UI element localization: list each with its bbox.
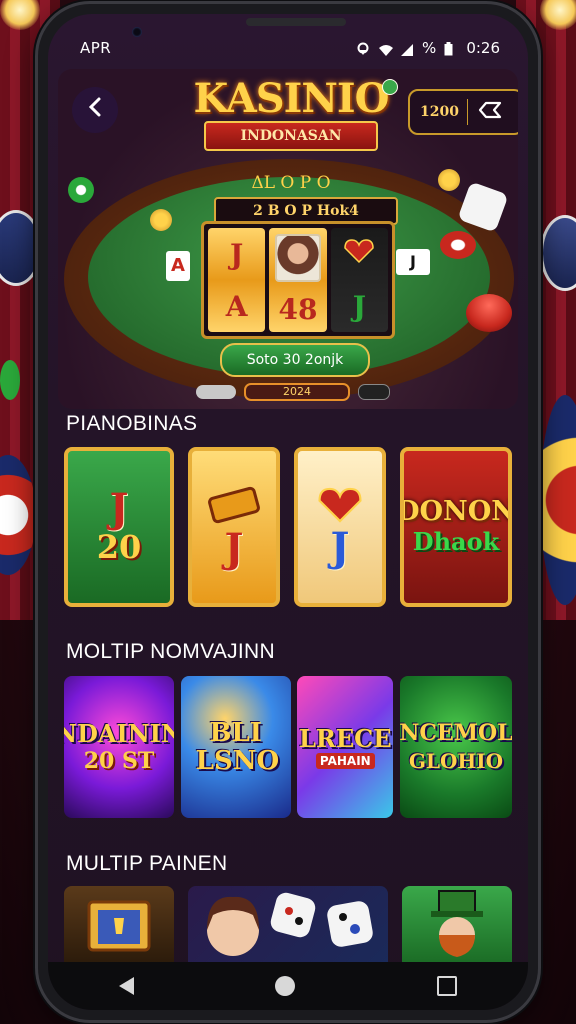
playing-card-icon: J xyxy=(396,249,430,275)
game-title: LRECE xyxy=(299,724,392,753)
slot-reel: J A xyxy=(208,228,266,332)
pager-dot-active[interactable]: 2024 xyxy=(244,383,350,401)
status-icons: % 0:26 xyxy=(356,39,500,57)
verified-badge-icon xyxy=(382,79,398,95)
red-chip xyxy=(466,294,512,332)
logo-title: KASINIO xyxy=(193,75,390,122)
brand-logo: KASINIO INDONASAN xyxy=(186,75,398,155)
pager-dot[interactable] xyxy=(358,384,390,400)
signal-icon xyxy=(400,42,414,56)
balance-value: 1200 xyxy=(420,104,459,120)
slot-reel: J xyxy=(330,228,388,332)
leprechaun-icon xyxy=(417,889,497,963)
location-icon xyxy=(356,42,370,55)
slot-reels: J A 48 J xyxy=(201,221,395,339)
nav-home-icon[interactable] xyxy=(275,976,296,996)
heart-symbol-icon xyxy=(342,238,376,271)
spin-button[interactable]: Soto 30 2onjk xyxy=(220,343,370,377)
slot-game-card[interactable]: J xyxy=(294,447,386,607)
balance-divider xyxy=(466,99,468,125)
back-button[interactable] xyxy=(72,87,118,133)
playing-card: A xyxy=(166,251,190,281)
trophy-icon xyxy=(84,894,154,958)
game-subtitle: 20 ST xyxy=(83,748,155,774)
game-card[interactable] xyxy=(402,886,512,966)
slot-game-card[interactable]: DONON Dhaok xyxy=(400,447,512,607)
game-subtitle: GLOHIO xyxy=(408,749,504,773)
logo-ribbon: INDONASAN xyxy=(204,121,378,151)
nav-recents-icon[interactable] xyxy=(437,976,458,996)
background-chip xyxy=(0,360,20,400)
slot-game-row: J 20 J J DONON Dhaok xyxy=(64,447,512,607)
game-title: BLI LSNO xyxy=(195,718,280,776)
section-title: MOLTIP NOMVAJINN xyxy=(66,640,275,663)
slot-symbol: J xyxy=(224,525,244,572)
section-title: MULTIP PAINEN xyxy=(66,852,228,875)
bar-symbol-icon xyxy=(207,485,261,529)
game-card[interactable]: NDAININ 20 ST xyxy=(64,676,174,818)
game-card[interactable]: NCEMOL GLOHIO xyxy=(399,676,512,818)
app-screen: APR % 0:26 KASINIO INDONASAN 1200 ΔL O P… xyxy=(48,14,528,1010)
reel-symbol: J xyxy=(352,289,366,323)
slot-symbol: J xyxy=(330,524,350,571)
phone-frame: APR % 0:26 KASINIO INDONASAN 1200 ΔL O P… xyxy=(38,4,538,1020)
game-card-row: NDAININ 20 ST BLI LSNO LRECE PAHAIN NCEM… xyxy=(64,676,512,818)
section-title: PIANOBINAS xyxy=(66,412,198,435)
gold-chip xyxy=(150,209,172,231)
green-chip xyxy=(68,177,94,203)
system-nav-bar xyxy=(48,962,528,1010)
reel-symbol: J xyxy=(230,237,244,271)
balance-widget[interactable]: 1200 xyxy=(408,89,518,135)
game-card-row xyxy=(64,886,512,966)
game-subtitle: Dhaok xyxy=(412,527,500,556)
dice-icon xyxy=(193,886,383,966)
table-title: ΔL O P O xyxy=(251,173,331,193)
slot-symbol: 20 xyxy=(96,528,142,566)
status-carrier: APR xyxy=(80,39,112,57)
back-arrow-icon xyxy=(87,95,103,125)
game-card[interactable]: BLI LSNO xyxy=(180,676,291,818)
wifi-icon xyxy=(378,42,394,56)
slot-game-card[interactable]: J 20 xyxy=(64,447,174,607)
hero-banner[interactable]: KASINIO INDONASAN 1200 ΔL O P O 2 Β O P … xyxy=(58,69,518,409)
nav-back-icon[interactable] xyxy=(118,977,134,995)
battery-percent: % xyxy=(422,39,437,57)
game-card[interactable] xyxy=(64,886,174,966)
game-title: NDAININ xyxy=(64,719,174,748)
reel-symbol: 48 xyxy=(278,293,318,327)
slot-reel: 48 xyxy=(269,228,327,332)
status-bar: APR % 0:26 xyxy=(48,36,528,62)
slot-symbol: J xyxy=(109,485,129,532)
status-time: 0:26 xyxy=(466,39,500,57)
game-subtitle: PAHAIN xyxy=(315,753,375,769)
game-title: DONON xyxy=(400,496,512,527)
gold-chip xyxy=(438,169,460,191)
heart-symbol-icon xyxy=(315,486,365,528)
pager-dot[interactable] xyxy=(196,385,236,399)
swap-icon[interactable] xyxy=(476,99,504,125)
game-card[interactable]: LRECE PAHAIN xyxy=(297,676,394,818)
banner-pager: 2024 xyxy=(196,383,396,401)
slot-game-card[interactable]: J xyxy=(188,447,280,607)
portrait-symbol-icon xyxy=(274,233,321,282)
red-chip xyxy=(440,231,476,259)
game-card[interactable] xyxy=(188,886,388,966)
phone-notch xyxy=(246,18,346,26)
game-title: NCEMOL xyxy=(399,720,512,746)
reel-symbol: A xyxy=(225,289,248,323)
battery-icon xyxy=(444,42,458,56)
